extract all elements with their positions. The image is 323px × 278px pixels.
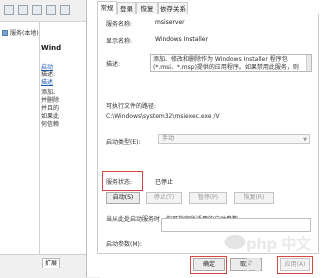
service-name-value: msiserver (155, 19, 185, 26)
chevron-down-icon: ▼ (303, 137, 307, 143)
display-name-value: Windows Installer (155, 36, 208, 43)
pause-button[interactable]: 暂停(P) (189, 192, 227, 204)
watermark-text: php 中文网 (246, 235, 311, 274)
description-link[interactable]: 描述 (41, 77, 53, 86)
properties-icon[interactable] (46, 5, 56, 15)
startup-type-select[interactable]: 手动 ▼ (158, 134, 310, 144)
detail-title: Wind (41, 44, 62, 52)
back-icon[interactable] (4, 5, 14, 15)
exe-path-value: C:\Windows\system32\msiexec.exe /V (106, 113, 220, 120)
description-scrollbar[interactable] (306, 55, 311, 71)
service-name-label: 服务名称: (106, 21, 133, 28)
detail-line: 何信赖 (41, 121, 60, 128)
startup-type-label: 启动类型(E): (106, 139, 141, 146)
refresh-icon[interactable] (60, 5, 70, 15)
view-tabs: 扩展 (0, 254, 100, 278)
watermark: php 中文网 (224, 231, 316, 274)
description-box[interactable]: 添加、修改和删除作为 Windows Installer 程序包(*.msi、*… (150, 54, 312, 72)
console-tree-icon[interactable] (32, 5, 42, 15)
startup-type-value: 手动 (162, 135, 175, 142)
display-name-label: 显示名称: (106, 38, 133, 45)
php-logo-icon (224, 235, 246, 249)
description-text: 添加、修改和删除作为 Windows Installer 程序包(*.msi、*… (153, 56, 299, 71)
stop-button[interactable]: 停止(T) (146, 192, 182, 204)
tree-item-services-local[interactable]: 服务(本地) (2, 28, 39, 37)
forward-icon[interactable] (18, 5, 28, 15)
services-window: 服务(本地) Wind 启动 描述: 描述 添加、 并删除 并且的 如果此 何信… (0, 0, 100, 278)
ok-button-highlight (190, 256, 227, 274)
start-button[interactable]: 启动(S) (106, 192, 140, 204)
console-tree: 服务(本地) (0, 22, 40, 254)
tab-general[interactable]: 常规 (97, 1, 117, 15)
tab-dependencies[interactable]: 依存关系 (158, 2, 188, 14)
services-icon (2, 30, 8, 36)
tab-extended[interactable]: 扩展 (42, 258, 61, 268)
tab-recovery[interactable]: 恢复 (136, 2, 158, 14)
tree-item-label: 服务(本地) (10, 30, 39, 37)
toolbar (0, 0, 100, 22)
start-params-label: 启动参数(M): (106, 241, 142, 248)
start-params-input[interactable] (161, 218, 311, 232)
description-label: 描述: (106, 61, 121, 68)
service-status-value: 已停止 (155, 179, 174, 186)
exe-path-label: 可执行文件的路径: (106, 103, 157, 110)
resume-button[interactable]: 恢复(R) (234, 192, 274, 204)
start-button-highlight (102, 171, 143, 191)
tab-logon[interactable]: 登录 (117, 2, 136, 14)
